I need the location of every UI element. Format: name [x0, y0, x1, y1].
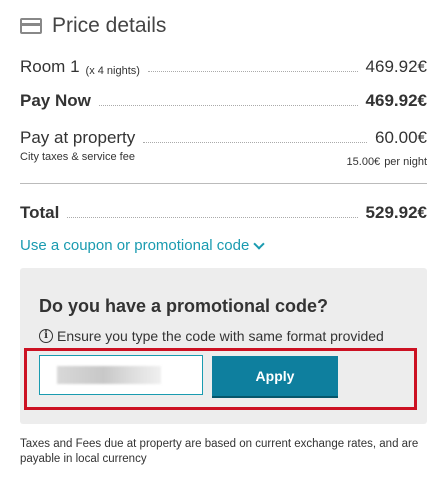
page-title: Price details	[52, 14, 167, 37]
pay-now-label: Pay Now	[20, 91, 91, 110]
leader-dots	[143, 142, 367, 143]
pay-now-row: Pay Now 469.92€	[20, 91, 427, 111]
promo-hint: i Ensure you type the code with same for…	[39, 328, 384, 344]
coupon-link-label: Use a coupon or promotional code	[20, 237, 250, 254]
leader-dots	[67, 217, 358, 218]
credit-card-icon	[20, 18, 42, 34]
promo-title: Do you have a promotional code?	[39, 296, 329, 316]
redacted-code	[57, 366, 161, 384]
chevron-down-icon	[253, 237, 265, 250]
per-night-unit: per night	[384, 156, 427, 168]
pay-at-property-price: 60.00€	[375, 128, 427, 147]
coupon-link[interactable]: Use a coupon or promotional code	[20, 237, 265, 254]
promo-hint-text: Ensure you type the code with same forma…	[57, 328, 384, 344]
pay-now-price: 469.92€	[365, 91, 427, 110]
room-nights: (x 4 nights)	[85, 65, 140, 77]
price-details-header: Price details	[20, 14, 166, 38]
pay-at-property-row: Pay at property 60.00€	[20, 128, 427, 148]
per-night-fee: 15.00€ per night	[347, 156, 427, 168]
apply-button[interactable]: Apply	[212, 356, 338, 396]
footnote: Taxes and Fees due at property are based…	[20, 438, 419, 465]
pay-at-property-label: Pay at property	[20, 128, 136, 147]
room-price: 469.92€	[365, 57, 427, 76]
divider	[20, 183, 427, 184]
per-night-amount: 15.00€	[346, 156, 381, 168]
total-label: Total	[20, 203, 60, 222]
leader-dots	[98, 105, 358, 106]
total-price: 529.92€	[365, 203, 427, 222]
pay-at-property-sublabel: City taxes & service fee	[20, 151, 135, 163]
leader-dots	[147, 71, 358, 72]
promo-code-panel: Do you have a promotional code? i Ensure…	[20, 268, 427, 424]
total-row: Total 529.92€	[20, 203, 427, 223]
room-label: Room 1	[20, 57, 80, 76]
room-price-row: Room 1 (x 4 nights) 469.92€	[20, 57, 427, 77]
info-icon: i	[39, 329, 53, 343]
